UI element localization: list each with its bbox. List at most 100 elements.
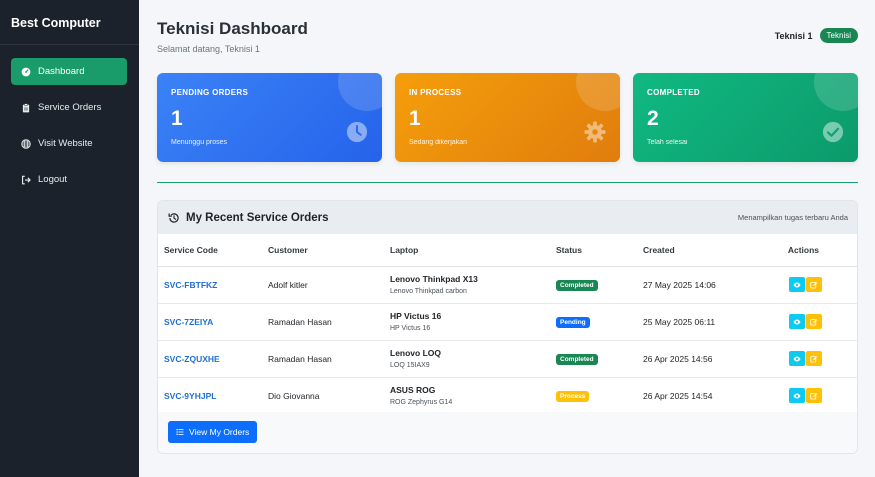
eye-icon (793, 282, 801, 287)
card-label: PENDING ORDERS (171, 88, 249, 97)
view-button[interactable] (789, 388, 805, 403)
history-icon (168, 212, 179, 223)
sidebar: Best Computer Dashboard Service Orders V… (0, 0, 139, 477)
created-cell: 25 May 2025 06:11 (643, 303, 771, 341)
customer-cell: Adolf kitler (268, 266, 390, 304)
card-value: 2 (647, 107, 659, 130)
status-badge: Pending (556, 316, 590, 328)
actions-cell (771, 303, 857, 341)
eye-icon (793, 393, 801, 398)
button-label: View My Orders (189, 427, 250, 437)
sidebar-item-logout[interactable]: Logout (11, 166, 127, 193)
actions-cell (771, 377, 857, 415)
table-row: SVC-9YHJPL Dio Giovanna ASUS ROG ROG Zeph… (158, 377, 857, 415)
role-badge: Teknisi (819, 28, 858, 43)
card-description: Telah selesai (647, 139, 688, 146)
column-header: Laptop (390, 234, 556, 267)
card-value: 1 (409, 107, 421, 130)
table-row: SVC-FBTFKZ Adolf kitler Lenovo Thinkpad … (158, 266, 857, 304)
edit-button[interactable] (806, 277, 822, 292)
created-cell: 26 Apr 2025 14:56 (643, 340, 771, 378)
gear-icon (584, 121, 606, 143)
check-circle-icon (822, 121, 844, 143)
table-row: SVC-ZQUXHE Ramadan Hasan Lenovo LOQ LOQ 1… (158, 340, 857, 378)
list-icon (176, 429, 184, 435)
status-badge: Process (556, 390, 590, 402)
section-divider (157, 182, 858, 183)
view-button[interactable] (789, 277, 805, 292)
card-value: 1 (171, 107, 183, 130)
clock-icon (346, 121, 368, 143)
table-header-row: Service Code Customer Laptop Status Crea… (158, 234, 857, 267)
globe-icon (21, 138, 31, 149)
customer-cell: Ramadan Hasan (268, 303, 390, 341)
panel-note: Menampilkan tugas terbaru Anda (737, 213, 848, 222)
customer-cell: Dio Giovanna (268, 377, 390, 415)
laptop-name: HP Victus 16 (390, 311, 442, 321)
main-content: Teknisi Dashboard Selamat datang, Teknis… (139, 0, 875, 477)
sidebar-item-label: Dashboard (38, 66, 85, 77)
panel-header: My Recent Service Orders Menampilkan tug… (158, 201, 857, 234)
sidebar-item-visit-website[interactable]: Visit Website (11, 130, 127, 157)
laptop-model: LOQ 15IAX9 (390, 362, 430, 369)
laptop-name: Lenovo LOQ (390, 348, 441, 358)
edit-button[interactable] (806, 388, 822, 403)
service-code-link[interactable]: SVC-7ZEIYA (164, 317, 213, 327)
user-info: Teknisi 1 Teknisi (775, 28, 858, 43)
created-cell: 26 Apr 2025 14:54 (643, 377, 771, 415)
in-process-card: IN PROCESS 1 Sedang dikerjakan (395, 73, 620, 162)
panel-footer: View My Orders (158, 412, 857, 453)
sidebar-nav: Dashboard Service Orders Visit Website L… (0, 45, 139, 193)
edit-button[interactable] (806, 314, 822, 329)
edit-icon (810, 392, 818, 399)
eye-icon (793, 356, 801, 361)
dashboard-icon (21, 67, 31, 77)
column-header: Service Code (158, 234, 268, 267)
orders-table: Service Code Customer Laptop Status Crea… (158, 234, 857, 415)
laptop-model: HP Victus 16 (390, 325, 431, 332)
created-cell: 27 May 2025 14:06 (643, 266, 771, 304)
edit-icon (810, 355, 818, 362)
card-label: IN PROCESS (409, 88, 462, 97)
pending-orders-card: PENDING ORDERS 1 Menunggu proses (157, 73, 382, 162)
table-row: SVC-7ZEIYA Ramadan Hasan HP Victus 16 HP … (158, 303, 857, 341)
column-header: Customer (268, 234, 390, 267)
laptop-model: Lenovo Thinkpad carbon (390, 288, 467, 295)
actions-cell (771, 266, 857, 304)
clipboard-icon (21, 102, 31, 113)
view-button[interactable] (789, 351, 805, 366)
sidebar-item-dashboard[interactable]: Dashboard (11, 58, 127, 85)
actions-cell (771, 340, 857, 378)
edit-button[interactable] (806, 351, 822, 366)
sidebar-item-label: Service Orders (38, 102, 102, 113)
card-decoration (338, 73, 382, 111)
edit-icon (810, 318, 818, 325)
panel-title: My Recent Service Orders (186, 211, 329, 224)
page-title: Teknisi Dashboard (157, 19, 308, 38)
view-button[interactable] (789, 314, 805, 329)
card-description: Menunggu proses (171, 139, 228, 146)
user-name: Teknisi 1 (774, 30, 813, 41)
card-decoration (814, 73, 858, 111)
eye-icon (793, 319, 801, 324)
brand-title: Best Computer (0, 0, 139, 45)
laptop-name: ASUS ROG (390, 385, 436, 395)
status-badge: Completed (556, 279, 598, 291)
view-my-orders-button[interactable]: View My Orders (168, 421, 258, 443)
service-code-link[interactable]: SVC-ZQUXHE (164, 354, 220, 364)
card-label: COMPLETED (647, 88, 700, 97)
completed-card: COMPLETED 2 Telah selesai (633, 73, 858, 162)
column-header: Actions (771, 234, 857, 267)
sidebar-item-service-orders[interactable]: Service Orders (11, 94, 127, 121)
status-badge: Completed (556, 353, 598, 365)
laptop-name: Lenovo Thinkpad X13 (390, 274, 478, 284)
column-header: Status (556, 234, 643, 267)
recent-orders-panel: My Recent Service Orders Menampilkan tug… (157, 200, 858, 454)
card-decoration (576, 73, 620, 111)
page-subtitle: Selamat datang, Teknisi 1 (157, 44, 260, 54)
customer-cell: Ramadan Hasan (268, 340, 390, 378)
column-header: Created (643, 234, 771, 267)
service-code-link[interactable]: SVC-FBTFKZ (164, 280, 217, 290)
card-description: Sedang dikerjakan (409, 139, 467, 146)
service-code-link[interactable]: SVC-9YHJPL (164, 391, 216, 401)
